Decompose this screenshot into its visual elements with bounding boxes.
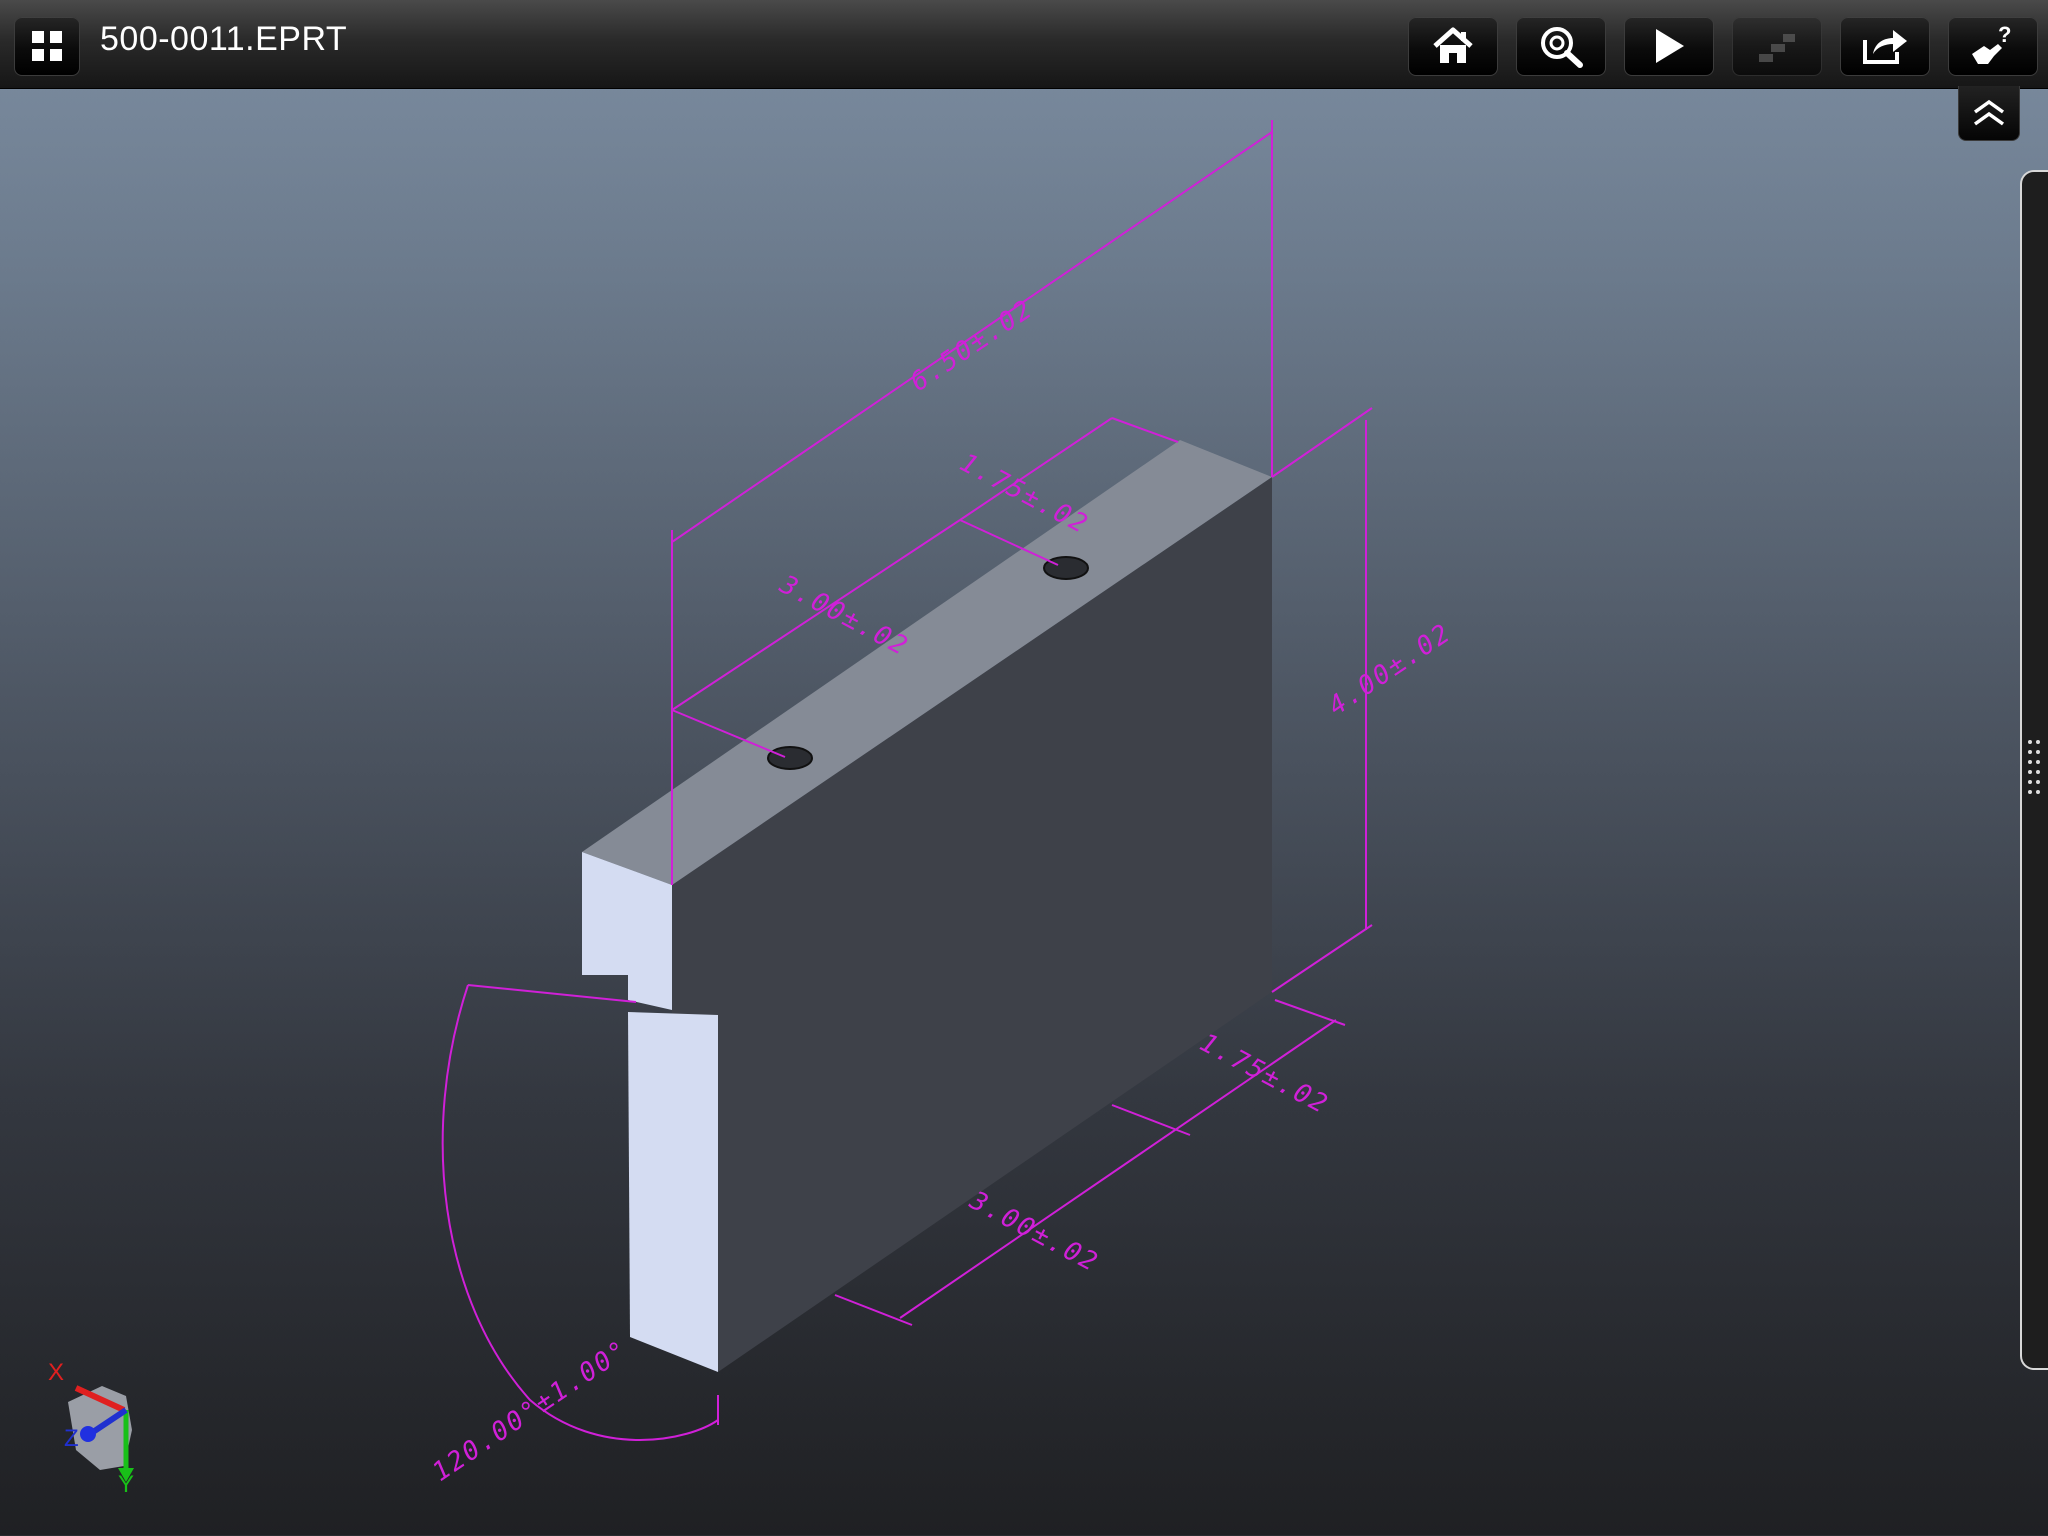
title-bar: 500-0011.EPRT ? xyxy=(0,0,2048,89)
share-icon xyxy=(1863,30,1907,64)
help-gesture-icon: ? xyxy=(1972,24,2011,64)
double-chevron-up-icon xyxy=(1973,99,2005,126)
document-title: 500-0011.EPRT xyxy=(100,20,348,58)
dimension-label-angle[interactable]: 120.00°±1.00° xyxy=(427,1335,634,1488)
dimension-label-bottom-spacing[interactable]: 1.75±.02 xyxy=(1195,1028,1334,1121)
axis-z-label: Z xyxy=(64,1425,79,1452)
dimension-label-height[interactable]: 4.00±.02 xyxy=(1323,618,1457,722)
steps-button[interactable] xyxy=(1732,16,1822,76)
part-model[interactable] xyxy=(582,440,1272,1372)
steps-icon xyxy=(1759,34,1795,62)
hole-1[interactable] xyxy=(767,746,813,770)
svg-text:?: ? xyxy=(1998,24,2011,47)
apps-button[interactable] xyxy=(14,16,80,76)
hole-2[interactable] xyxy=(1043,556,1089,580)
help-button[interactable]: ? xyxy=(1948,16,2038,76)
play-button[interactable] xyxy=(1624,16,1714,76)
share-button[interactable] xyxy=(1840,16,1930,76)
axis-y-label: Y xyxy=(118,1471,134,1498)
dimension-label-top-hole-offset[interactable]: 3.00±.02 xyxy=(774,569,914,662)
model-viewport[interactable]: 6.50±.02 1.75±.02 3.00±.02 4.00±.02 1.75… xyxy=(0,0,2048,1536)
part-end-face-lower xyxy=(628,1012,718,1372)
play-icon xyxy=(1656,29,1684,63)
zoom-fit-icon xyxy=(1541,27,1583,68)
axis-x-label: X xyxy=(48,1359,64,1386)
grid-icon xyxy=(32,31,62,61)
collapse-toolbar-button[interactable] xyxy=(1958,86,2020,141)
zoom-fit-button[interactable] xyxy=(1516,16,1606,76)
dimension-label-bottom-offset[interactable]: 3.00±.02 xyxy=(964,1185,1104,1278)
home-icon xyxy=(1433,27,1473,63)
drawer-grip-icon[interactable] xyxy=(2024,736,2048,800)
dimension-label-overall-length[interactable]: 6.50±.02 xyxy=(905,294,1039,398)
home-button[interactable] xyxy=(1408,16,1498,76)
axis-triad[interactable]: X Z Y xyxy=(48,1359,134,1498)
